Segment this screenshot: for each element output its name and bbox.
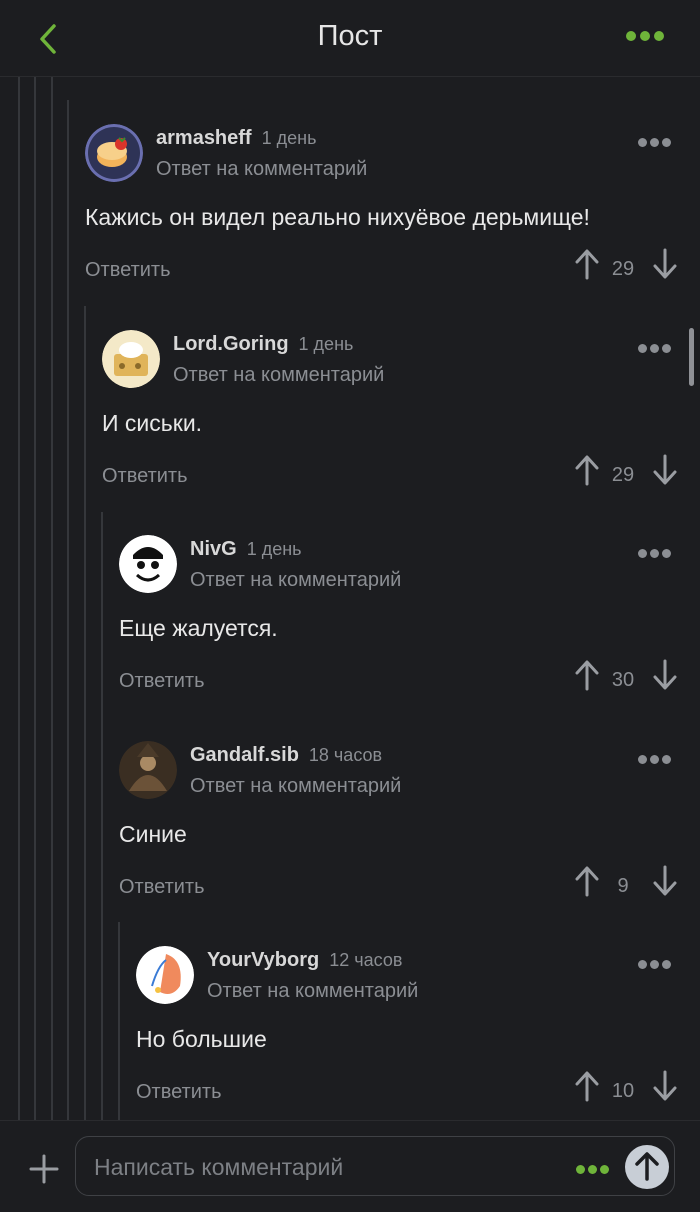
- downvote-button[interactable]: [652, 659, 678, 691]
- username[interactable]: Lord.Goring: [173, 333, 289, 355]
- arrow-down-icon: [653, 865, 677, 896]
- downvote-button[interactable]: [652, 865, 678, 897]
- comment-time: 1 день: [246, 539, 302, 559]
- input-options-button[interactable]: [576, 1161, 616, 1174]
- thread-line: [84, 306, 86, 1120]
- thread-line: [18, 76, 20, 1120]
- reply-to-label[interactable]: Ответ на комментарий: [190, 569, 401, 592]
- scrollbar[interactable]: [689, 328, 694, 386]
- arrow-down-icon: [653, 1070, 677, 1101]
- comment-time: 18 часов: [308, 745, 383, 765]
- avatar[interactable]: [85, 124, 143, 182]
- avatar[interactable]: [102, 330, 160, 388]
- username[interactable]: YourVyborg: [207, 949, 319, 971]
- plus-icon: [29, 1154, 59, 1184]
- comment: NivG 1 день Ответ на комментарий Еще жалу…: [119, 487, 700, 693]
- arrow-up-icon: [575, 1071, 599, 1102]
- reply-to-label[interactable]: Ответ на комментарий: [173, 364, 384, 387]
- upvote-button[interactable]: [574, 1070, 600, 1102]
- comment-more-button[interactable]: [638, 545, 678, 559]
- comment-text: Еще жалуется.: [119, 615, 278, 641]
- more-options-button[interactable]: [626, 28, 674, 48]
- comment-author[interactable]: Gandalf.sib 18 часов: [190, 744, 382, 767]
- downvote-button[interactable]: [652, 454, 678, 486]
- comment: Lord.Goring 1 день Ответ на комментарий И…: [102, 282, 700, 488]
- comment-author[interactable]: armasheff 1 день: [156, 127, 316, 150]
- reply-button[interactable]: Ответить: [136, 1081, 222, 1104]
- comment-score: 9: [617, 875, 629, 897]
- username[interactable]: Gandalf.sib: [190, 744, 299, 766]
- upvote-button[interactable]: [574, 248, 600, 280]
- comment-time: 1 день: [298, 334, 354, 354]
- username[interactable]: armasheff: [156, 127, 252, 149]
- thread-line: [118, 922, 120, 1120]
- reply-button[interactable]: Ответить: [119, 876, 205, 899]
- avatar[interactable]: [119, 741, 177, 799]
- comment-input-wrapper[interactable]: [75, 1136, 675, 1196]
- arrow-down-icon: [653, 248, 677, 279]
- comment-text: Кажись он видел реально нихуёвое дерьмищ…: [85, 204, 590, 230]
- comment-score: 10: [611, 1080, 635, 1102]
- reply-button[interactable]: Ответить: [102, 465, 188, 488]
- attach-button[interactable]: [28, 1153, 60, 1185]
- comment-time: 1 день: [261, 128, 317, 148]
- avatar[interactable]: [136, 946, 194, 1004]
- comment: Gandalf.sib 18 часов Ответ на комментарий…: [119, 693, 700, 899]
- downvote-button[interactable]: [652, 1070, 678, 1102]
- comment-score: 30: [611, 669, 635, 691]
- arrow-up-icon: [575, 249, 599, 280]
- comment-author[interactable]: NivG 1 день: [190, 538, 302, 561]
- thread-line: [67, 100, 69, 1120]
- comment-text: И сиськи.: [102, 410, 203, 436]
- thread-line: [34, 76, 36, 1120]
- comment-composer: [0, 1120, 700, 1212]
- downvote-button[interactable]: [652, 248, 678, 280]
- comment-more-button[interactable]: [638, 134, 678, 148]
- send-button[interactable]: [625, 1145, 669, 1189]
- arrow-down-icon: [653, 659, 677, 690]
- username[interactable]: NivG: [190, 538, 237, 560]
- arrow-down-icon: [653, 454, 677, 485]
- page-title: Пост: [317, 20, 383, 52]
- arrow-up-icon: [575, 455, 599, 486]
- arrow-up-icon: [575, 660, 599, 691]
- comment-author[interactable]: Lord.Goring 1 день: [173, 333, 353, 356]
- comment-score: 29: [611, 464, 635, 486]
- comment-author[interactable]: YourVyborg 12 часов: [207, 949, 402, 972]
- comment-score: 29: [611, 258, 635, 280]
- comment-input[interactable]: [92, 1147, 556, 1187]
- avatar[interactable]: [119, 535, 177, 593]
- reply-button[interactable]: Ответить: [119, 670, 205, 693]
- comment: YourVyborg 12 часов Ответ на комментарий …: [136, 898, 700, 1104]
- thread-line: [51, 76, 53, 1120]
- arrow-up-icon: [575, 866, 599, 897]
- reply-to-label[interactable]: Ответ на комментарий: [156, 158, 367, 181]
- comment-more-button[interactable]: [638, 956, 678, 970]
- comment-more-button[interactable]: [638, 751, 678, 765]
- more-dots-icon: [626, 28, 668, 45]
- comment-text: Синие: [119, 821, 187, 847]
- upvote-button[interactable]: [574, 865, 600, 897]
- comment: armasheff 1 день Ответ на комментарий Каж…: [85, 76, 700, 282]
- upvote-button[interactable]: [574, 454, 600, 486]
- reply-to-label[interactable]: Ответ на комментарий: [207, 980, 418, 1003]
- arrow-up-icon: [635, 1152, 659, 1181]
- top-bar: Пост: [0, 0, 700, 77]
- comment-thread[interactable]: armasheff 1 день Ответ на комментарий Каж…: [0, 76, 700, 1120]
- upvote-button[interactable]: [574, 659, 600, 691]
- comment-more-button[interactable]: [638, 340, 678, 354]
- comment-text: Но большие: [136, 1026, 267, 1052]
- thread-line: [101, 512, 103, 1120]
- comment-time: 12 часов: [329, 950, 403, 970]
- reply-to-label[interactable]: Ответ на комментарий: [190, 775, 401, 798]
- reply-button[interactable]: Ответить: [85, 259, 171, 282]
